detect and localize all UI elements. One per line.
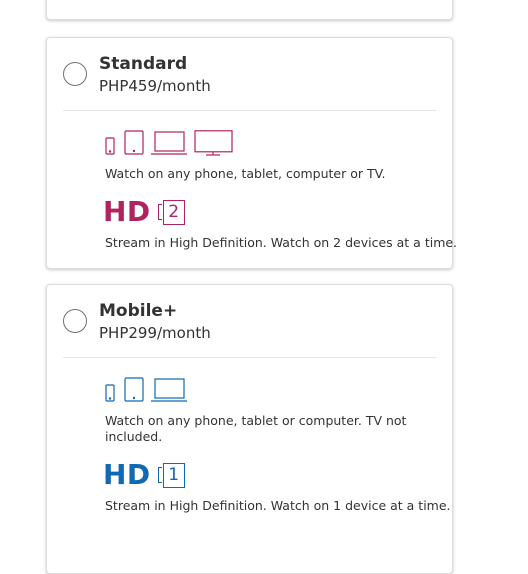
plan-name: Mobile+ (99, 301, 178, 321)
plan-radio-standard[interactable] (63, 62, 87, 86)
tv-icon (194, 130, 233, 156)
resolution-label: HD (103, 458, 151, 491)
devices-description: Watch on any phone, tablet, computer or … (105, 166, 386, 181)
resolution-row: HD 2 (103, 197, 185, 227)
stream-description: Stream in High Definition. Watch on 1 de… (105, 498, 451, 513)
resolution-label: HD (103, 195, 151, 228)
screens-count-icon: 2 (157, 199, 185, 225)
plan-card-standard[interactable]: Standard PHP459/month Watch on any phone… (46, 37, 458, 269)
resolution-row: HD 1 (103, 460, 185, 490)
plan-price: PHP299/month (99, 324, 211, 342)
phone-icon (105, 137, 115, 155)
plan-card-mobile-plus[interactable]: Mobile+ PHP299/month Watch on any phone,… (46, 284, 453, 574)
plan-price: PHP459/month (99, 77, 211, 95)
divider (63, 357, 436, 358)
tablet-icon (124, 130, 144, 155)
tablet-icon (124, 377, 144, 402)
plan-name: Standard (99, 54, 188, 74)
phone-icon (105, 384, 115, 402)
stream-description: Stream in High Definition. Watch on 2 de… (105, 235, 458, 250)
laptop-icon (151, 131, 187, 155)
laptop-icon (151, 378, 187, 402)
plan-card-previous[interactable] (46, 0, 453, 20)
plan-radio-mobile-plus[interactable] (63, 309, 87, 333)
screens-count-icon: 1 (157, 462, 185, 488)
devices-description: Watch on any phone, tablet or computer. … (105, 413, 407, 444)
divider (63, 110, 436, 111)
